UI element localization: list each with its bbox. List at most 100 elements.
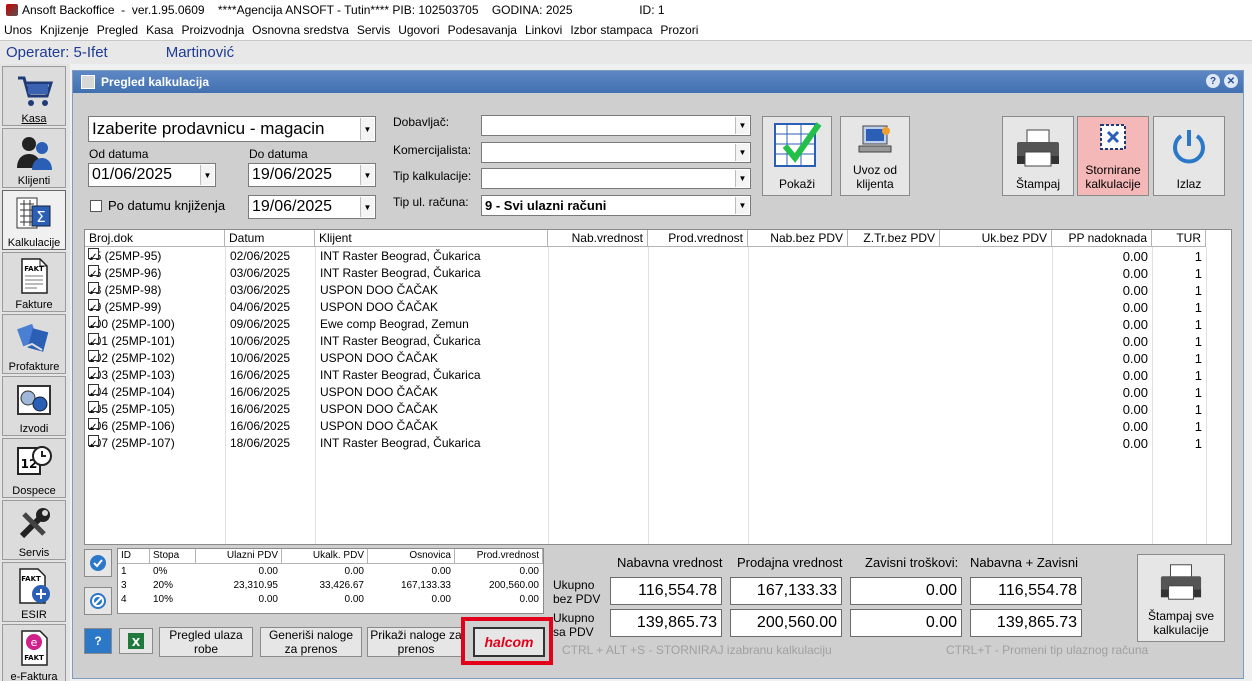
- table-row[interactable]: ✓ 102 (25MP-102) 10/06/2025 USPON DOO ČAČAK…: [85, 350, 1231, 367]
- row-checkbox[interactable]: ✓: [88, 316, 99, 331]
- menu-linkovi[interactable]: Linkovi: [521, 23, 566, 37]
- table-row[interactable]: ✓ 101 (25MP-101) 10/06/2025 INT Raster Beog…: [85, 333, 1231, 350]
- stornirane-kalkulacije-button[interactable]: Stornirane kalkulacije: [1077, 116, 1149, 196]
- row-checkbox[interactable]: ✓: [88, 299, 99, 314]
- help-icon[interactable]: ?: [1206, 74, 1220, 88]
- row-broj-dok[interactable]: ✓ 104 (25MP-104): [88, 384, 175, 401]
- table-row[interactable]: ✓ 100 (25MP-100) 09/06/2025 Ewe comp Beogra…: [85, 316, 1231, 333]
- tip-kalkulacije-select[interactable]: ▼: [481, 168, 751, 189]
- store-select[interactable]: Izaberite prodavnicu - magacin ▼: [88, 116, 376, 142]
- col-nab-vrednost[interactable]: Nab.vrednost: [548, 230, 648, 247]
- row-checkbox[interactable]: ✓: [88, 333, 99, 348]
- chevron-down-icon[interactable]: ▼: [360, 165, 374, 185]
- sidebar-item-esir[interactable]: FAKT ESIR: [2, 562, 66, 622]
- tip-ul-racuna-select[interactable]: 9 - Svi ulazni računi ▼: [481, 195, 751, 216]
- row-checkbox[interactable]: ✓: [88, 367, 99, 382]
- chevron-down-icon[interactable]: ▼: [735, 170, 749, 187]
- row-broj-dok[interactable]: ✓ 98 (25MP-98): [88, 282, 161, 299]
- row-checkbox[interactable]: ✓: [88, 282, 99, 297]
- chevron-down-icon[interactable]: ▼: [735, 144, 749, 161]
- col-ztr-bez-pdv[interactable]: Z.Tr.bez PDV: [848, 230, 940, 247]
- izlaz-button[interactable]: Izlaz: [1153, 116, 1225, 196]
- sidebar-item-servis[interactable]: Servis: [2, 500, 66, 560]
- row-checkbox[interactable]: ✓: [88, 401, 99, 416]
- menu-podesavanja[interactable]: Podesavanja: [444, 23, 521, 37]
- col-klijent[interactable]: Klijent: [315, 230, 548, 247]
- pokazi-button[interactable]: Pokaži: [762, 116, 832, 196]
- row-broj-dok[interactable]: ✓ 103 (25MP-103): [88, 367, 175, 384]
- col-pp-nadoknada[interactable]: PP nadoknada: [1052, 230, 1152, 247]
- uvoz-od-klijenta-button[interactable]: Uvoz od klijenta: [840, 116, 910, 196]
- table-row[interactable]: ✓ 99 (25MP-99) 04/06/2025 USPON DOO ČAČAK 0.…: [85, 299, 1231, 316]
- menu-prozori[interactable]: Prozori: [656, 23, 702, 37]
- row-broj-dok[interactable]: ✓ 107 (25MP-107): [88, 435, 175, 452]
- halcom-button[interactable]: halcom: [473, 627, 545, 657]
- col-datum[interactable]: Datum: [225, 230, 315, 247]
- row-broj-dok[interactable]: ✓ 101 (25MP-101): [88, 333, 175, 350]
- table-row[interactable]: ✓ 95 (25MP-95) 02/06/2025 INT Raster Beogra…: [85, 248, 1231, 265]
- deselect-button[interactable]: [84, 587, 112, 615]
- po-datumu-knjizenja-checkbox[interactable]: [90, 200, 102, 212]
- menu-unos[interactable]: Unos: [0, 23, 36, 37]
- row-checkbox[interactable]: ✓: [88, 418, 99, 433]
- chevron-down-icon[interactable]: ▼: [360, 197, 374, 217]
- sidebar-item-kalkulacije[interactable]: Σ Kalkulacije: [2, 190, 66, 250]
- dobavljac-select[interactable]: ▼: [481, 115, 751, 136]
- stampaj-sve-button[interactable]: Štampaj sve kalkulacije: [1137, 554, 1225, 642]
- menu-servis[interactable]: Servis: [353, 23, 394, 37]
- row-checkbox[interactable]: ✓: [88, 350, 99, 365]
- sidebar-item-izvodi[interactable]: Izvodi: [2, 376, 66, 436]
- sidebar-item-klijenti[interactable]: Klijenti: [2, 128, 66, 188]
- generisi-naloge-button[interactable]: Generiši naloge za prenos: [260, 627, 362, 657]
- chevron-down-icon[interactable]: ▼: [360, 118, 374, 140]
- menu-izbor-stampaca[interactable]: Izbor stampaca: [566, 23, 656, 37]
- sidebar-item-kasa[interactable]: Kasa: [2, 66, 66, 126]
- excel-export-button[interactable]: X: [119, 628, 153, 654]
- row-broj-dok[interactable]: ✓ 99 (25MP-99): [88, 299, 161, 316]
- col-tur[interactable]: TUR: [1152, 230, 1206, 247]
- row-broj-dok[interactable]: ✓ 106 (25MP-106): [88, 418, 175, 435]
- table-row[interactable]: ✓ 106 (25MP-106) 16/06/2025 USPON DOO ČAČAK…: [85, 418, 1231, 435]
- menu-proizvodnja[interactable]: Proizvodnja: [177, 23, 248, 37]
- sidebar-item-profakture[interactable]: Profakture: [2, 314, 66, 374]
- menu-pregled[interactable]: Pregled: [93, 23, 142, 37]
- menu-knjizenje[interactable]: Knjizenje: [36, 23, 93, 37]
- col-nab-bez-pdv[interactable]: Nab.bez PDV: [748, 230, 848, 247]
- row-broj-dok[interactable]: ✓ 102 (25MP-102): [88, 350, 175, 367]
- sidebar-item-dospece[interactable]: 12 Dospece: [2, 438, 66, 498]
- select-all-button[interactable]: [84, 549, 112, 577]
- do-datuma-field[interactable]: 19/06/2025 ▼: [248, 163, 376, 187]
- chevron-down-icon[interactable]: ▼: [735, 197, 749, 214]
- od-datuma-field[interactable]: 01/06/2025 ▼: [88, 163, 216, 187]
- col-prod-vrednost[interactable]: Prod.vrednost: [648, 230, 748, 247]
- prikazi-naloge-button[interactable]: Prikaži naloge za prenos: [367, 627, 465, 657]
- komercijalista-select[interactable]: ▼: [481, 142, 751, 163]
- menu-osnovna-sredstva[interactable]: Osnovna sredstva: [248, 23, 353, 37]
- row-checkbox[interactable]: ✓: [88, 384, 99, 399]
- close-icon[interactable]: ✕: [1224, 74, 1238, 88]
- menu-kasa[interactable]: Kasa: [142, 23, 177, 37]
- chevron-down-icon[interactable]: ▼: [200, 165, 214, 185]
- row-broj-dok[interactable]: ✓ 100 (25MP-100): [88, 316, 175, 333]
- col-uk-bez-pdv[interactable]: Uk.bez PDV: [940, 230, 1052, 247]
- knjizenje-date-field[interactable]: 19/06/2025 ▼: [248, 195, 376, 219]
- table-row[interactable]: ✓ 104 (25MP-104) 16/06/2025 USPON DOO ČAČAK…: [85, 384, 1231, 401]
- row-checkbox[interactable]: ✓: [88, 265, 99, 280]
- row-broj-dok[interactable]: ✓ 96 (25MP-96): [88, 265, 161, 282]
- table-row[interactable]: ✓ 98 (25MP-98) 03/06/2025 USPON DOO ČAČAK 0.…: [85, 282, 1231, 299]
- table-row[interactable]: ✓ 105 (25MP-105) 16/06/2025 USPON DOO ČAČAK…: [85, 401, 1231, 418]
- row-broj-dok[interactable]: ✓ 105 (25MP-105): [88, 401, 175, 418]
- col-broj-dok[interactable]: Broj.dok: [85, 230, 225, 247]
- sidebar-item-efaktura[interactable]: e FAKT e-Faktura: [2, 624, 66, 681]
- sidebar-item-fakture[interactable]: FAKT Fakture: [2, 252, 66, 312]
- table-row[interactable]: ✓ 103 (25MP-103) 16/06/2025 INT Raster Beog…: [85, 367, 1231, 384]
- pregled-ulaza-robe-button[interactable]: Pregled ulaza robe: [159, 627, 253, 657]
- menu-ugovori[interactable]: Ugovori: [394, 23, 443, 37]
- table-row[interactable]: ✓ 96 (25MP-96) 03/06/2025 INT Raster Beogra…: [85, 265, 1231, 282]
- help-button[interactable]: ?: [84, 628, 112, 654]
- row-broj-dok[interactable]: ✓ 95 (25MP-95): [88, 248, 161, 265]
- row-checkbox[interactable]: ✓: [88, 435, 99, 450]
- chevron-down-icon[interactable]: ▼: [735, 117, 749, 134]
- row-checkbox[interactable]: ✓: [88, 248, 99, 263]
- table-row[interactable]: ✓ 107 (25MP-107) 18/06/2025 INT Raster Beog…: [85, 435, 1231, 452]
